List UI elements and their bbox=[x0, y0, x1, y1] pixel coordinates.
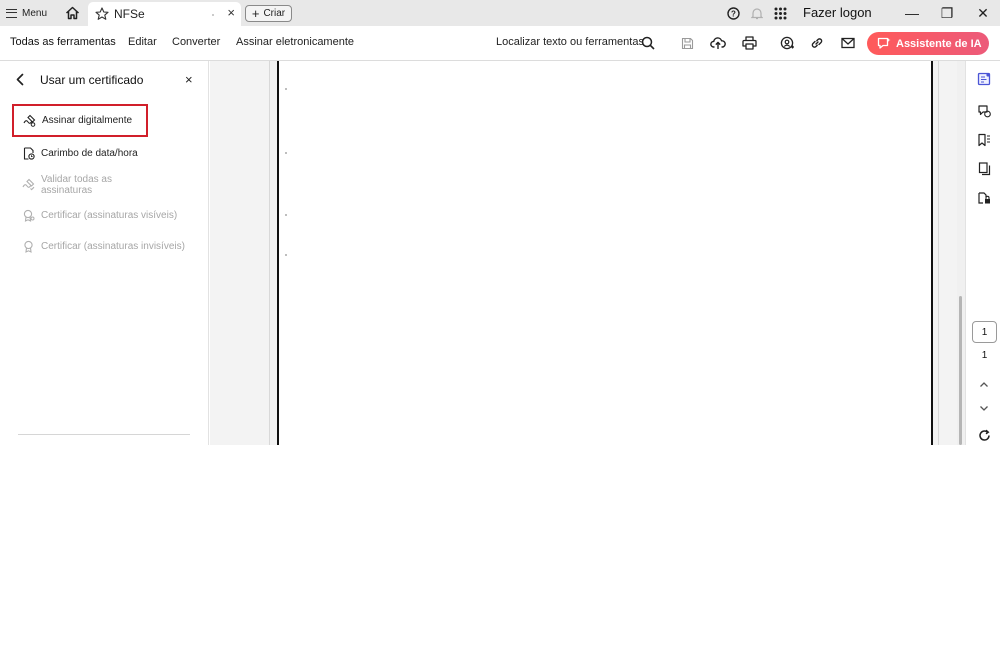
page-guide-right bbox=[938, 61, 939, 445]
tab-modified-dot bbox=[212, 14, 214, 16]
pdf-page[interactable] bbox=[277, 61, 933, 445]
home-icon bbox=[65, 6, 79, 20]
hamburger-icon bbox=[6, 8, 17, 18]
apps-grid-icon[interactable] bbox=[773, 6, 787, 20]
tab-e-sign[interactable]: Assinar eletronicamente bbox=[236, 36, 354, 48]
save-icon[interactable] bbox=[679, 35, 695, 51]
panel-close-button[interactable]: × bbox=[185, 72, 193, 87]
search-icon[interactable] bbox=[640, 35, 656, 51]
home-button[interactable] bbox=[63, 4, 81, 22]
page-guide-left bbox=[269, 61, 270, 445]
certify-invisible-label: Certificar (assinaturas invisíveis) bbox=[41, 241, 185, 252]
menu-button[interactable]: Menu bbox=[6, 3, 47, 23]
minimize-button[interactable]: — bbox=[902, 3, 922, 23]
edit-pdf-icon[interactable] bbox=[976, 71, 992, 87]
share-user-icon[interactable] bbox=[779, 35, 795, 51]
search-tools-label[interactable]: Localizar texto ou ferramentas bbox=[496, 36, 644, 48]
print-icon[interactable] bbox=[741, 35, 757, 51]
certify-visible-icon bbox=[22, 209, 35, 222]
tab-close-button[interactable]: × bbox=[227, 5, 235, 20]
page-mark bbox=[285, 254, 287, 256]
chevron-up-icon[interactable] bbox=[976, 377, 992, 391]
tab-all-tools[interactable]: Todas as ferramentas bbox=[10, 36, 116, 48]
tab-edit[interactable]: Editar bbox=[128, 36, 157, 48]
ai-assistant-label: Assistente de IA bbox=[896, 37, 982, 50]
validate-signature-icon bbox=[22, 178, 35, 191]
panel-title: Usar um certificado bbox=[40, 73, 144, 87]
document-tab[interactable]: NFSe × bbox=[88, 2, 241, 26]
total-pages: 1 bbox=[981, 350, 988, 361]
validate-signatures-item[interactable]: Validar todas as assinaturas bbox=[12, 168, 148, 201]
bell-icon[interactable] bbox=[750, 6, 764, 20]
page-mark bbox=[285, 214, 287, 216]
sign-digitally-item[interactable]: Assinar digitalmente bbox=[12, 104, 148, 137]
main-toolbar: Todas as ferramentas Editar Converter As… bbox=[0, 26, 1000, 61]
svg-text:?: ? bbox=[731, 9, 736, 18]
refresh-icon[interactable] bbox=[976, 428, 992, 442]
vertical-scrollbar[interactable] bbox=[957, 61, 965, 445]
timestamp-item[interactable]: Carimbo de data/hora bbox=[12, 137, 148, 170]
upload-cloud-icon[interactable] bbox=[710, 35, 726, 51]
sign-pen-icon bbox=[23, 114, 36, 127]
email-icon[interactable] bbox=[840, 35, 856, 51]
restore-button[interactable]: ❐ bbox=[937, 3, 957, 23]
scrollbar-thumb[interactable] bbox=[959, 296, 962, 445]
sign-digitally-label: Assinar digitalmente bbox=[42, 115, 133, 126]
star-icon[interactable] bbox=[95, 7, 109, 21]
acrobat-window: Menu NFSe × + Criar ? Fazer logon — ❐ ✕ … bbox=[0, 0, 1000, 445]
timestamp-label: Carimbo de data/hora bbox=[41, 148, 138, 159]
create-label: Criar bbox=[263, 8, 286, 19]
document-viewer[interactable] bbox=[210, 61, 965, 445]
comment-icon[interactable] bbox=[976, 103, 992, 119]
menu-label: Menu bbox=[22, 7, 48, 19]
tab-convert[interactable]: Converter bbox=[172, 36, 220, 48]
link-icon[interactable] bbox=[809, 35, 825, 51]
title-bar: Menu NFSe × + Criar ? Fazer logon — ❐ ✕ bbox=[0, 0, 1000, 26]
page-mark bbox=[285, 152, 287, 154]
timestamp-icon bbox=[22, 147, 35, 160]
right-tool-rail: 1 1 bbox=[965, 61, 1000, 445]
ai-assistant-button[interactable]: Assistente de IA bbox=[867, 32, 989, 55]
login-link[interactable]: Fazer logon bbox=[803, 5, 872, 20]
help-icon[interactable]: ? bbox=[726, 6, 740, 20]
ai-assistant-icon bbox=[877, 37, 891, 49]
page-mark bbox=[285, 88, 287, 90]
current-page-input[interactable]: 1 bbox=[972, 321, 997, 343]
back-arrow-icon[interactable] bbox=[15, 72, 29, 86]
tab-title: NFSe bbox=[114, 7, 145, 21]
close-window-button[interactable]: ✕ bbox=[973, 3, 993, 23]
validate-signatures-label: Validar todas as assinaturas bbox=[41, 173, 112, 196]
bookmark-list-icon[interactable] bbox=[976, 132, 992, 148]
plus-icon: + bbox=[251, 5, 260, 21]
panel-divider bbox=[18, 434, 190, 435]
protect-icon[interactable] bbox=[976, 190, 992, 206]
certify-invisible-item[interactable]: Certificar (assinaturas invisíveis) bbox=[12, 230, 202, 263]
certificate-panel: Usar um certificado × Assinar digitalmen… bbox=[0, 61, 209, 445]
certify-visible-item[interactable]: Certificar (assinaturas visíveis) bbox=[12, 199, 202, 232]
certify-invisible-icon bbox=[22, 240, 35, 253]
create-button[interactable]: + Criar bbox=[245, 5, 292, 22]
chevron-down-icon[interactable] bbox=[976, 401, 992, 415]
certify-visible-label: Certificar (assinaturas visíveis) bbox=[41, 210, 178, 221]
pages-icon[interactable] bbox=[976, 161, 992, 177]
